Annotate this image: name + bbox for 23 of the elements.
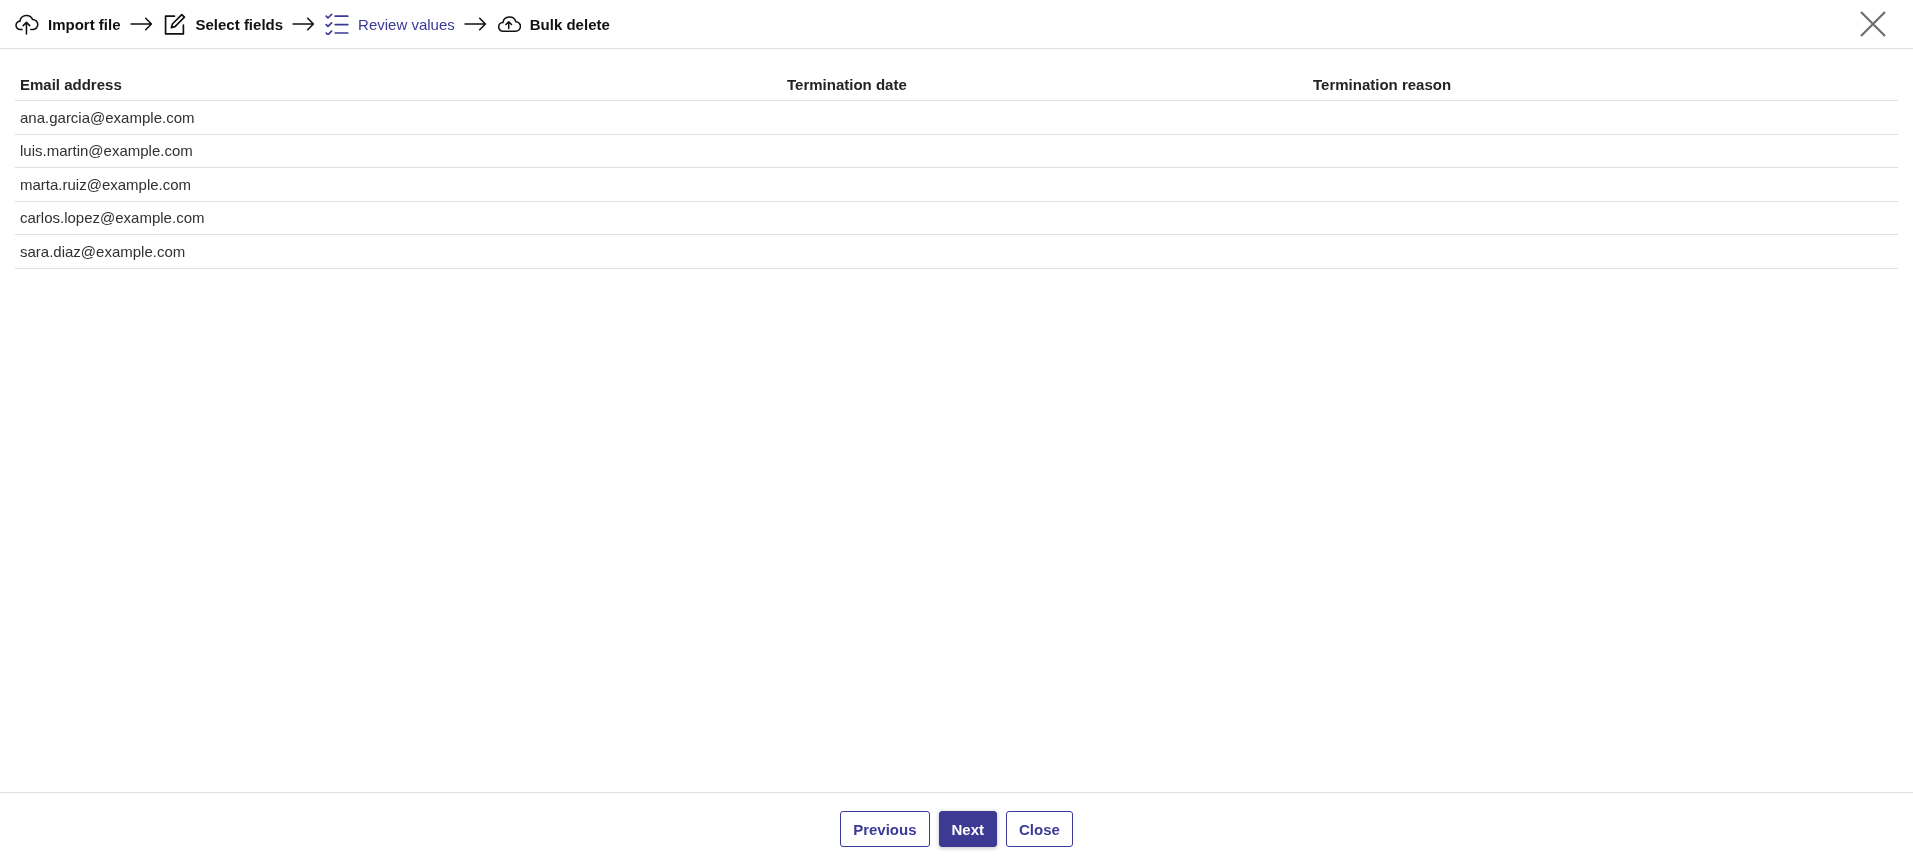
cloud-upload-icon	[15, 13, 39, 35]
column-header: Termination date	[786, 76, 908, 95]
step-label: Review values	[358, 15, 455, 33]
arrow-icon	[463, 17, 487, 31]
column-header: Email address	[19, 76, 123, 95]
step-label: Bulk delete	[529, 15, 610, 33]
arrow-icon	[129, 17, 153, 31]
close-icon[interactable]	[1860, 11, 1886, 37]
table-cell-text: ana.garcia@example.com	[19, 108, 196, 126]
column-header: Termination reason	[1312, 76, 1453, 95]
step-label: Import file	[48, 15, 121, 33]
arrow-icon	[292, 17, 316, 31]
table-cell-text: sara.diaz@example.com	[19, 242, 187, 260]
next-button[interactable]: Next	[938, 811, 997, 847]
footer-button[interactable]: Close	[1006, 811, 1073, 847]
checklist-icon	[325, 13, 350, 35]
table-cell-text: luis.martin@example.com	[19, 142, 194, 160]
edit-icon	[162, 13, 187, 35]
footer-button[interactable]: Previous	[840, 811, 930, 847]
step-label: Select fields	[195, 15, 284, 33]
cloud-upload-icon	[496, 13, 521, 35]
table-cell-text: marta.ruiz@example.com	[19, 175, 193, 193]
table-cell-text: carlos.lopez@example.com	[19, 209, 206, 227]
